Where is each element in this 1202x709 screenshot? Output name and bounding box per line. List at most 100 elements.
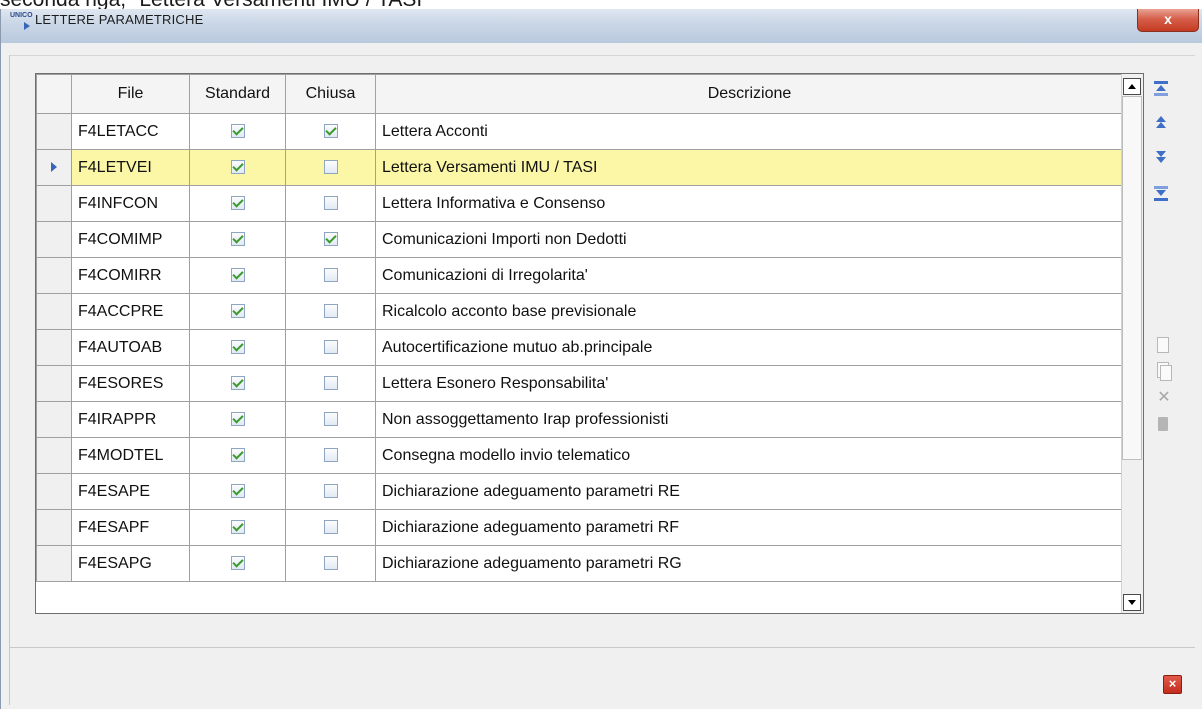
table-row[interactable]: F4ESAPG Dichiarazione adeguamento paramet… (36, 545, 1124, 582)
standard-checkbox[interactable] (230, 556, 245, 571)
chiusa-checkbox[interactable] (323, 196, 338, 211)
column-header-descrizione[interactable]: Descrizione (375, 74, 1124, 114)
row-indicator[interactable] (36, 545, 72, 582)
cell-file[interactable]: F4COMIMP (71, 221, 190, 258)
chiusa-checkbox[interactable] (323, 520, 338, 535)
cell-file[interactable]: F4LETACC (71, 113, 190, 150)
standard-checkbox[interactable] (230, 124, 245, 139)
cell-descrizione[interactable]: Comunicazioni di Irregolarita' (375, 257, 1124, 294)
row-indicator[interactable] (36, 293, 72, 330)
table-row[interactable]: F4ESORES Lettera Esonero Responsabilita' (36, 365, 1124, 402)
standard-checkbox[interactable] (230, 520, 245, 535)
table-row[interactable]: F4IRAPPR Non assoggettamento Irap profess… (36, 401, 1124, 438)
cell-descrizione[interactable]: Dichiarazione adeguamento parametri RG (375, 545, 1124, 582)
new-document-icon[interactable] (1156, 337, 1172, 355)
row-indicator[interactable] (36, 473, 72, 510)
cell-descrizione[interactable]: Lettera Esonero Responsabilita' (375, 365, 1124, 402)
table-row[interactable]: F4ESAPE Dichiarazione adeguamento paramet… (36, 473, 1124, 510)
standard-checkbox[interactable] (230, 160, 245, 175)
table-row[interactable]: F4AUTOAB Autocertificazione mutuo ab.prin… (36, 329, 1124, 366)
table-row[interactable]: F4LETVEI Lettera Versamenti IMU / TASI (36, 149, 1124, 186)
scroll-down-button[interactable] (1123, 594, 1141, 611)
row-indicator[interactable] (36, 437, 72, 474)
cell-file[interactable]: F4AUTOAB (71, 329, 190, 366)
row-indicator[interactable] (36, 257, 72, 294)
cell-file[interactable]: F4ESAPF (71, 509, 190, 546)
cell-file[interactable]: F4ACCPRE (71, 293, 190, 330)
scroll-up-button[interactable] (1123, 78, 1141, 95)
cell-file[interactable]: F4ESAPG (71, 545, 190, 582)
table-row[interactable]: F4ACCPRE Ricalcolo acconto base prevision… (36, 293, 1124, 330)
column-header-file[interactable]: File (71, 74, 190, 114)
clipboard-icon[interactable] (1156, 415, 1172, 433)
standard-checkbox[interactable] (230, 412, 245, 427)
cell-file[interactable]: F4IRAPPR (71, 401, 190, 438)
chiusa-checkbox[interactable] (323, 340, 338, 355)
column-header-standard[interactable]: Standard (189, 74, 286, 114)
table-row[interactable]: F4ESAPF Dichiarazione adeguamento paramet… (36, 509, 1124, 546)
cell-descrizione[interactable]: Comunicazioni Importi non Dedotti (375, 221, 1124, 258)
cell-descrizione[interactable]: Dichiarazione adeguamento parametri RF (375, 509, 1124, 546)
table-row[interactable]: F4COMIRR Comunicazioni di Irregolarita' (36, 257, 1124, 294)
chiusa-checkbox[interactable] (323, 556, 338, 571)
row-indicator[interactable] (36, 113, 72, 150)
standard-checkbox[interactable] (230, 232, 245, 247)
chiusa-checkbox[interactable] (323, 268, 338, 283)
table-row[interactable]: F4COMIMP Comunicazioni Importi non Dedott… (36, 221, 1124, 258)
cell-file[interactable]: F4ESORES (71, 365, 190, 402)
standard-checkbox[interactable] (230, 448, 245, 463)
cell-file[interactable]: F4MODTEL (71, 437, 190, 474)
row-indicator[interactable] (36, 221, 72, 258)
cell-file[interactable]: F4LETVEI (71, 149, 190, 186)
cell-chiusa (285, 365, 376, 402)
column-header-chiusa[interactable]: Chiusa (285, 74, 376, 114)
chiusa-checkbox[interactable] (323, 124, 338, 139)
row-indicator[interactable] (36, 401, 72, 438)
row-indicator[interactable] (36, 149, 72, 186)
standard-checkbox[interactable] (230, 376, 245, 391)
table-row[interactable]: F4MODTEL Consegna modello invio telematic… (36, 437, 1124, 474)
cell-descrizione[interactable]: Ricalcolo acconto base previsionale (375, 293, 1124, 330)
chiusa-checkbox[interactable] (323, 448, 338, 463)
cell-descrizione[interactable]: Lettera Acconti (375, 113, 1124, 150)
vertical-scrollbar[interactable] (1121, 74, 1143, 613)
standard-checkbox[interactable] (230, 196, 245, 211)
cell-descrizione[interactable]: Non assoggettamento Irap professionisti (375, 401, 1124, 438)
cell-descrizione[interactable]: Lettera Versamenti IMU / TASI (375, 149, 1124, 186)
chiusa-checkbox[interactable] (323, 412, 338, 427)
table-row[interactable]: F4LETACC Lettera Acconti (36, 113, 1124, 150)
chiusa-checkbox[interactable] (323, 304, 338, 319)
standard-checkbox[interactable] (230, 268, 245, 283)
window-close-button[interactable]: x (1137, 9, 1199, 32)
scroll-thumb[interactable] (1122, 96, 1142, 460)
next-record-icon[interactable] (1154, 151, 1170, 169)
row-indicator[interactable] (36, 329, 72, 366)
last-record-icon[interactable] (1154, 186, 1170, 204)
row-indicator[interactable] (36, 509, 72, 546)
cell-descrizione[interactable]: Lettera Informativa e Consenso (375, 185, 1124, 222)
chiusa-checkbox[interactable] (323, 160, 338, 175)
standard-checkbox[interactable] (230, 484, 245, 499)
cell-descrizione[interactable]: Autocertificazione mutuo ab.principale (375, 329, 1124, 366)
delete-icon[interactable]: ✕ (1156, 389, 1172, 407)
table-row[interactable]: F4INFCON Lettera Informativa e Consenso (36, 185, 1124, 222)
cell-file[interactable]: F4ESAPE (71, 473, 190, 510)
cell-file[interactable]: F4COMIRR (71, 257, 190, 294)
title-bar[interactable]: UNICO LETTERE PARAMETRICHE x (1, 9, 1202, 43)
previous-record-icon[interactable] (1154, 116, 1170, 134)
row-indicator[interactable] (36, 365, 72, 402)
chiusa-checkbox[interactable] (323, 484, 338, 499)
standard-checkbox[interactable] (230, 304, 245, 319)
cell-descrizione[interactable]: Dichiarazione adeguamento parametri RE (375, 473, 1124, 510)
copy-document-icon[interactable] (1156, 362, 1172, 381)
cell-descrizione[interactable]: Consegna modello invio telematico (375, 437, 1124, 474)
chiusa-checkbox[interactable] (323, 232, 338, 247)
first-record-icon[interactable] (1154, 81, 1170, 99)
standard-checkbox[interactable] (230, 340, 245, 355)
cell-file[interactable]: F4INFCON (71, 185, 190, 222)
exit-button[interactable]: × (1163, 675, 1182, 694)
table-header-row: File Standard Chiusa Descrizione (36, 74, 1124, 114)
row-indicator[interactable] (36, 185, 72, 222)
chiusa-checkbox[interactable] (323, 376, 338, 391)
cell-chiusa (285, 401, 376, 438)
